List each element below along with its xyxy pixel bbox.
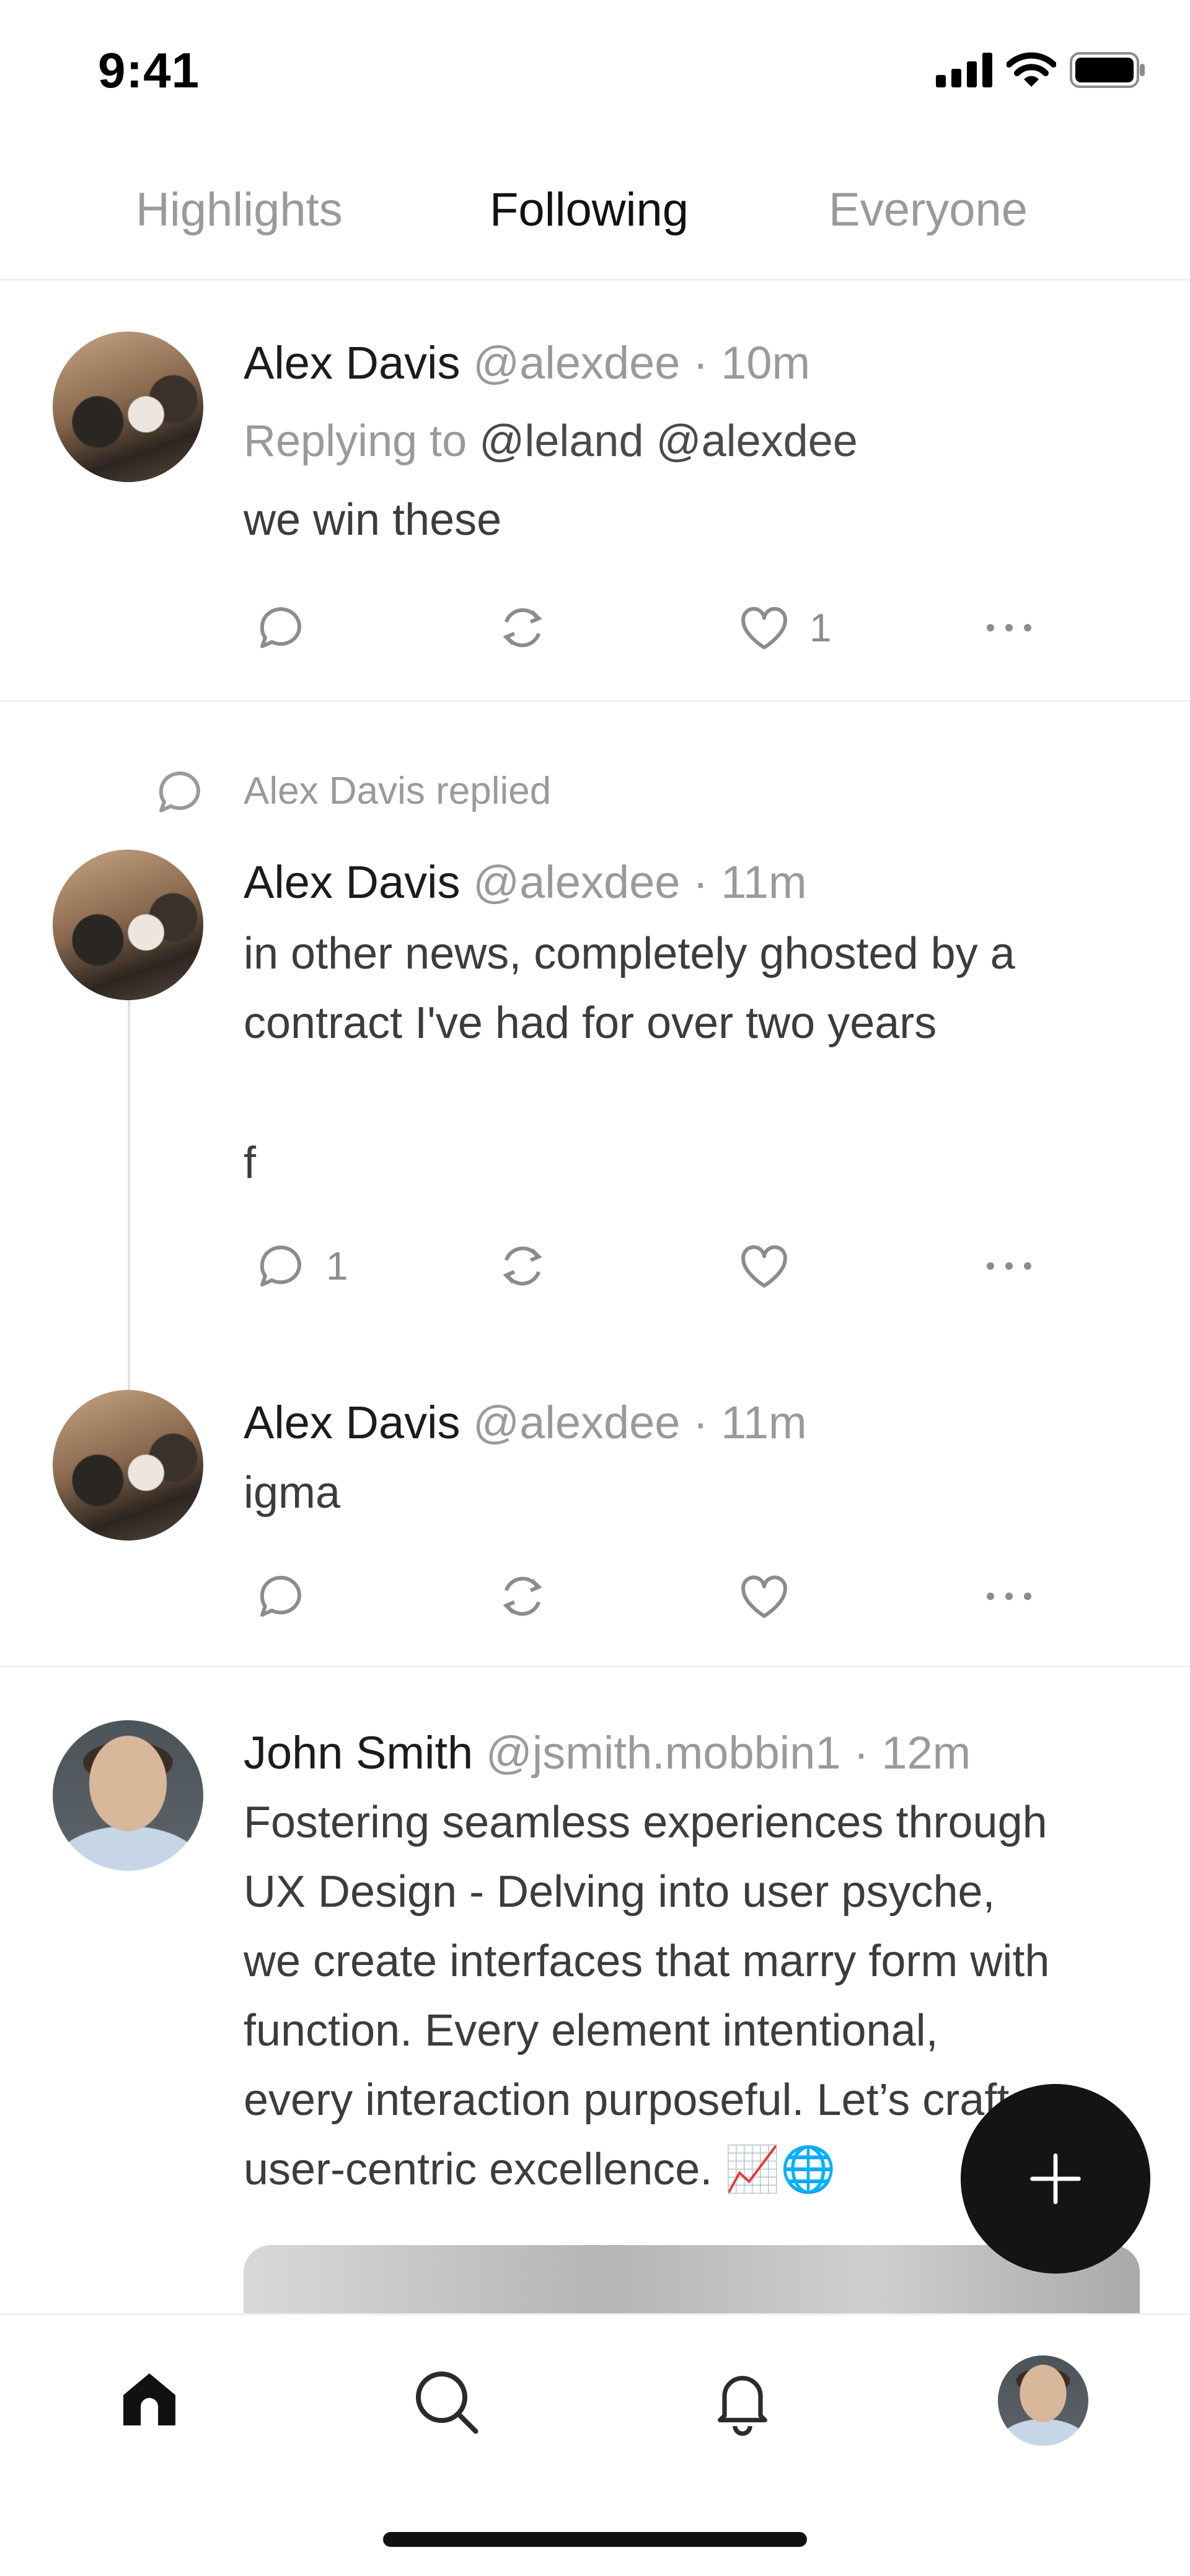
reply-count: 1 <box>326 1244 348 1288</box>
more-icon <box>987 1593 1031 1600</box>
heart-icon <box>741 607 787 649</box>
author-name[interactable]: Alex Davis <box>244 856 461 908</box>
more-icon <box>987 1262 1031 1270</box>
heart-icon <box>741 1575 787 1618</box>
like-button[interactable] <box>736 1568 809 1624</box>
author-handle: @alexdee <box>473 856 681 908</box>
avatar[interactable] <box>53 1720 203 1871</box>
divider <box>0 700 1190 702</box>
author-handle: @alexdee <box>473 337 681 389</box>
more-button[interactable] <box>981 600 1037 656</box>
repost-icon <box>503 1246 542 1286</box>
more-button[interactable] <box>981 1238 1037 1294</box>
battery-icon <box>1070 52 1145 88</box>
search-icon <box>416 2372 478 2434</box>
avatar[interactable] <box>53 332 203 482</box>
post-time: · 11m <box>693 856 807 908</box>
repost-icon <box>503 1576 542 1616</box>
repost-button[interactable] <box>491 1568 553 1624</box>
like-button[interactable]: 1 <box>736 600 832 656</box>
post-actions <box>244 1568 1111 1630</box>
post-text-line: contract I've had for over two years <box>244 998 937 1048</box>
profile-avatar[interactable] <box>998 2355 1088 2446</box>
post-text-line: in other news, completely ghosted by a <box>244 929 1015 978</box>
reply-context-label: Alex Davis replied <box>244 770 552 812</box>
reply-icon <box>260 607 301 648</box>
nav-search[interactable] <box>409 2365 483 2442</box>
feed: Alex Davis @alexdee · 10m Replying to @l… <box>0 281 1190 2313</box>
reply-button[interactable]: 1 <box>253 1238 348 1294</box>
post-text-line: Fostering seamless experiences through <box>244 1798 1047 1847</box>
replying-prefix: Replying to <box>244 416 467 466</box>
compose-button[interactable] <box>961 2084 1150 2274</box>
author-name[interactable]: Alex Davis <box>244 1397 461 1448</box>
bell-icon <box>718 2376 767 2436</box>
post-time: · 12m <box>853 1727 971 1778</box>
post-header: Alex Davis @alexdee · 11m <box>244 1396 807 1449</box>
reply-button[interactable] <box>253 1568 326 1624</box>
repost-button[interactable] <box>491 600 553 656</box>
author-name[interactable]: John Smith <box>244 1727 473 1778</box>
replying-mentions[interactable]: @leland @alexdee <box>479 416 858 466</box>
tab-highlights[interactable]: Highlights <box>136 183 343 237</box>
app-screen: 9:41 Highlights Following Everyone Alex … <box>0 0 1190 2576</box>
nav-home[interactable] <box>115 2365 184 2437</box>
reply-button[interactable] <box>253 600 326 656</box>
home-indicator <box>383 2532 807 2547</box>
reply-icon <box>260 1576 301 1617</box>
post-header: Alex Davis @alexdee · 10m <box>244 336 810 389</box>
wifi-icon <box>1007 52 1056 87</box>
status-icons <box>936 52 1145 88</box>
home-icon <box>123 2373 175 2425</box>
thread-line <box>128 1000 130 1446</box>
post-actions: 1 <box>244 1238 1111 1300</box>
reply-icon <box>260 1246 301 1286</box>
post-text: we win these <box>244 495 502 545</box>
avatar[interactable] <box>53 850 203 1000</box>
post-text-line: function. Every element intentional, <box>244 2006 938 2055</box>
status-bar: 9:41 <box>0 0 1190 143</box>
signal-icon <box>936 53 992 87</box>
reply-context-icon <box>159 771 200 812</box>
author-name[interactable]: Alex Davis <box>244 337 461 389</box>
post-text-line: UX Design - Delving into user psyche, <box>244 1867 995 1917</box>
bottom-nav <box>0 2313 1190 2576</box>
repost-button[interactable] <box>491 1238 553 1294</box>
tab-everyone[interactable]: Everyone <box>829 183 1028 237</box>
feed-tabs: Highlights Following Everyone <box>0 158 1190 281</box>
repost-icon <box>503 608 542 648</box>
replying-to: Replying to @leland @alexdee <box>244 416 858 467</box>
plus-icon <box>1030 2153 1081 2204</box>
post-header: John Smith @jsmith.mobbin1 · 12m <box>244 1726 971 1779</box>
more-icon <box>987 624 1031 631</box>
post-header: Alex Davis @alexdee · 11m <box>244 856 807 908</box>
post-text-line: f <box>244 1138 257 1188</box>
author-handle: @jsmith.mobbin1 <box>485 1727 841 1778</box>
post-text: igma <box>244 1468 341 1518</box>
nav-notifications[interactable] <box>707 2365 778 2440</box>
more-button[interactable] <box>981 1568 1037 1624</box>
post-time: · 10m <box>693 337 811 389</box>
status-time: 9:41 <box>98 43 200 98</box>
divider <box>0 1666 1190 1668</box>
heart-icon <box>741 1245 787 1288</box>
post-actions: 1 <box>244 600 1111 662</box>
post-time: · 11m <box>693 1397 807 1448</box>
author-handle: @alexdee <box>473 1397 681 1448</box>
like-count: 1 <box>809 605 832 650</box>
like-button[interactable] <box>736 1238 809 1294</box>
tab-following[interactable]: Following <box>490 183 689 237</box>
post-text-line: we create interfaces that marry form wit… <box>244 1936 1050 1986</box>
avatar[interactable] <box>53 1390 203 1541</box>
